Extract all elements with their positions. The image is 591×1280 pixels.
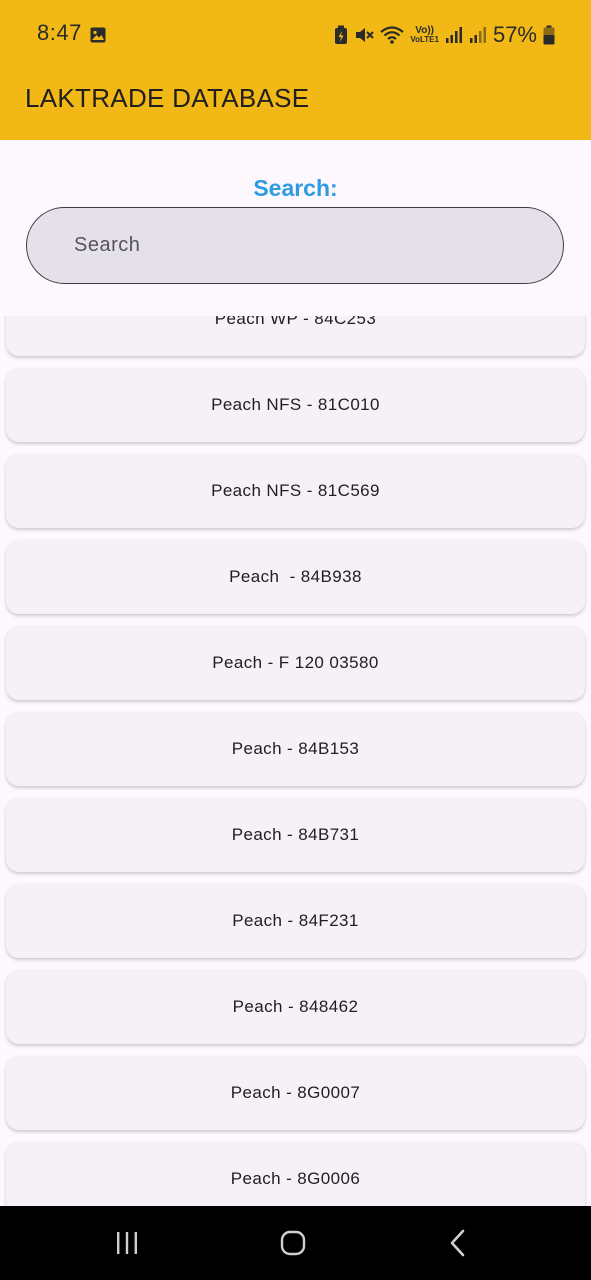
back-icon[interactable] (444, 1228, 474, 1258)
results-list[interactable]: Peach WP - 84C253 Peach NFS - 81C010 Pea… (0, 316, 591, 1206)
battery-saver-icon (335, 25, 348, 44)
list-item[interactable]: Peach - 8G0007 (6, 1056, 585, 1130)
volte-icon: Vo)) VoLTE1 (410, 25, 439, 44)
app-bar: LAKTRADE DATABASE (0, 70, 591, 140)
mute-icon (356, 28, 375, 42)
list-item[interactable]: Peach - F 120 03580 (6, 626, 585, 700)
signal-icon (469, 27, 486, 43)
battery-percentage: 57% (492, 22, 537, 47)
home-icon[interactable] (278, 1228, 308, 1258)
list-item[interactable]: Peach NFS - 81C010 (6, 368, 585, 442)
status-time: 8:47 (37, 20, 82, 45)
volte-label: VoLTE1 (410, 35, 439, 44)
status-icons: Vo)) VoLTE1 57% (334, 20, 555, 50)
gallery-icon (90, 27, 106, 43)
results-list-inner: Peach WP - 84C253 Peach NFS - 81C010 Pea… (0, 316, 591, 1206)
app-title: LAKTRADE DATABASE (25, 83, 310, 113)
list-item[interactable]: Peach NFS - 81C569 (6, 454, 585, 528)
wifi-icon (380, 26, 405, 44)
search-section: Search: (0, 140, 591, 316)
list-item[interactable]: Peach - 8G0006 (6, 1142, 585, 1206)
recents-icon[interactable] (112, 1228, 142, 1258)
list-item[interactable]: Peach - 84B731 (6, 798, 585, 872)
list-item[interactable]: Peach - 84B153 (6, 712, 585, 786)
signal-icon (445, 27, 462, 43)
search-input[interactable] (26, 207, 564, 284)
battery-icon (543, 25, 555, 45)
list-item[interactable]: Peach WP - 84C253 (6, 316, 585, 356)
status-bar: 8:47 Vo)) VoLTE1 57% (0, 0, 591, 70)
list-item[interactable]: Peach - 848462 (6, 970, 585, 1044)
navigation-bar (0, 1206, 591, 1280)
list-item[interactable]: Peach - 84F231 (6, 884, 585, 958)
list-item[interactable]: Peach - 84B938 (6, 540, 585, 614)
search-label: Search: (253, 175, 338, 201)
